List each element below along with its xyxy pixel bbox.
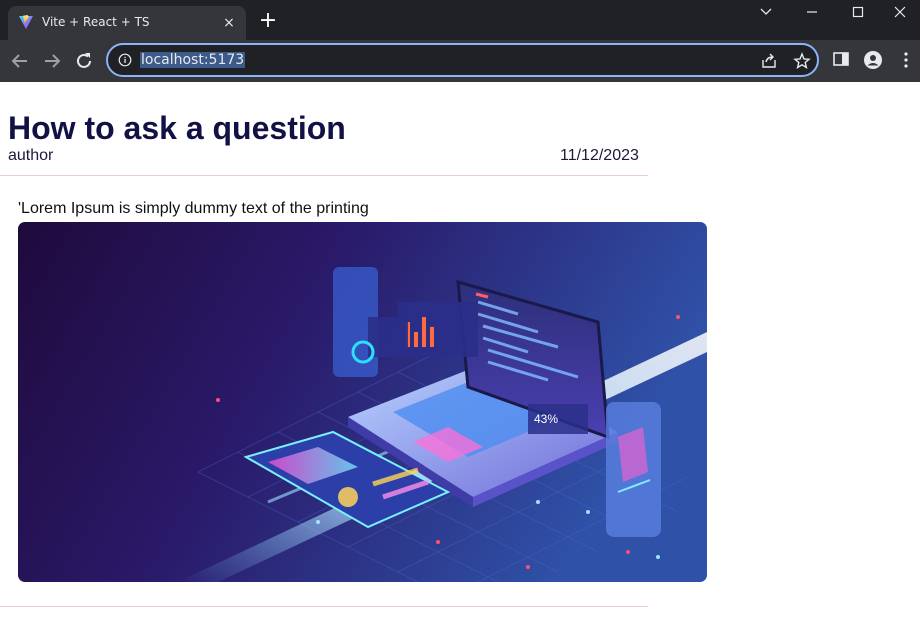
- tab-search-button[interactable]: [746, 0, 786, 24]
- page-content: How to ask a question author 11/12/2023 …: [0, 82, 920, 643]
- close-icon: [894, 6, 906, 18]
- star-icon[interactable]: [793, 52, 811, 70]
- more-vertical-icon[interactable]: [898, 50, 914, 70]
- address-bar[interactable]: localhost:5173: [106, 43, 819, 77]
- arrow-left-icon: [11, 54, 27, 68]
- back-button[interactable]: [8, 49, 32, 73]
- forward-button[interactable]: [40, 49, 64, 73]
- reload-icon: [77, 53, 91, 68]
- reload-button[interactable]: [72, 49, 96, 73]
- tab-strip: Vite + React + TS × +: [0, 0, 920, 40]
- post-title: How to ask a question: [8, 110, 346, 146]
- info-icon[interactable]: [118, 53, 132, 67]
- share-icon[interactable]: [760, 52, 778, 70]
- arrow-right-icon: [45, 54, 61, 68]
- laptop-illustration-icon: 43%: [18, 222, 707, 582]
- svg-text:43%: 43%: [534, 412, 558, 426]
- chevron-down-icon: [760, 8, 772, 15]
- footer-divider: [0, 606, 648, 607]
- new-tab-button[interactable]: +: [258, 10, 278, 32]
- post-date: 11/12/2023: [560, 147, 639, 164]
- browser-tab[interactable]: Vite + React + TS ×: [8, 6, 246, 40]
- tab-title: Vite + React + TS: [42, 15, 150, 29]
- profile-avatar-icon[interactable]: [863, 50, 883, 70]
- post-image: 43%: [18, 222, 707, 582]
- post-body: 'Lorem Ipsum is simply dummy text of the…: [18, 200, 369, 217]
- minimize-icon: [807, 11, 817, 13]
- browser-toolbar: localhost:5173: [0, 40, 920, 82]
- vite-logo-icon: [19, 15, 33, 29]
- close-window-button[interactable]: [880, 0, 920, 24]
- side-panel-icon[interactable]: [832, 50, 850, 68]
- minimize-button[interactable]: [792, 0, 832, 24]
- maximize-icon: [852, 6, 864, 18]
- maximize-button[interactable]: [838, 0, 878, 24]
- url-text[interactable]: localhost:5173: [140, 52, 246, 68]
- header-divider: [0, 175, 648, 176]
- post-author: author: [8, 147, 54, 164]
- tab-close-button[interactable]: ×: [220, 14, 238, 32]
